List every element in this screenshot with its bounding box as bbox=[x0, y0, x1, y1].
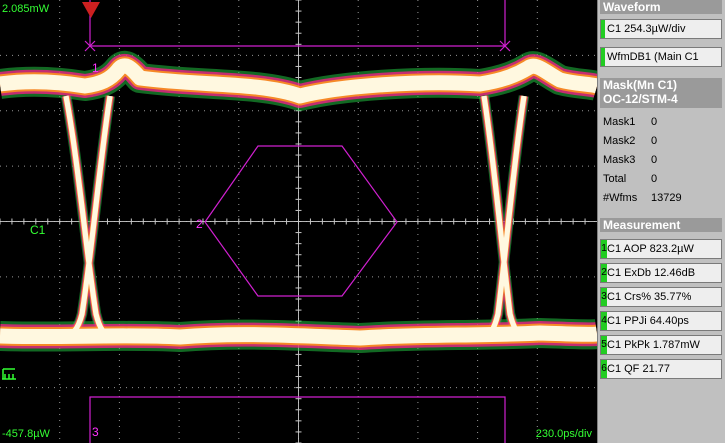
measurement-text: C1 PPJi 64.40ps bbox=[607, 315, 689, 327]
mask-region-1 bbox=[89, 0, 506, 47]
oscilloscope-window: 2.085mW C1 1 2 3 -457.8µW 230.0ps/div Wa… bbox=[0, 0, 725, 443]
measurement-button-ppjitter[interactable]: 4 C1 PPJi 64.40ps bbox=[600, 311, 722, 331]
mask-row-label: Mask2 bbox=[603, 135, 636, 147]
waveform-header: Waveform bbox=[600, 0, 722, 14]
mask-row-value: 0 bbox=[651, 116, 658, 128]
mask-header: Mask(Mn C1) OC-12/STM-4 bbox=[600, 78, 722, 108]
mask-row: Mask1 0 bbox=[603, 116, 657, 129]
mask-row-value: 0 bbox=[651, 135, 658, 147]
mask-region-3 bbox=[89, 396, 506, 443]
channel-indicator-icon bbox=[601, 20, 605, 38]
waveform-database-text: WfmDB1 (Main C1 bbox=[607, 51, 699, 63]
measurement-number: 2 bbox=[601, 264, 607, 282]
waveform-display[interactable]: 2.085mW C1 1 2 3 -457.8µW 230.0ps/div bbox=[0, 0, 597, 443]
measurement-text: C1 Crs% 35.77% bbox=[607, 291, 692, 303]
mask-header-title: Mask(Mn C1) bbox=[603, 78, 678, 92]
measurement-text: C1 QF 21.77 bbox=[607, 363, 670, 375]
measurement-number: 3 bbox=[601, 288, 607, 306]
waveform-graph bbox=[0, 0, 597, 443]
mask-row-value: 0 bbox=[651, 154, 658, 166]
mask-region-2-label: 2 bbox=[196, 217, 203, 231]
mask-region-3-label: 3 bbox=[92, 425, 99, 439]
mask-row: Total 0 bbox=[603, 173, 657, 186]
mask-row-label: Total bbox=[603, 173, 627, 185]
mask-row: #Wfms 13729 bbox=[603, 192, 682, 205]
ground-reference-marker[interactable] bbox=[2, 368, 16, 380]
mask-region-1-label: 1 bbox=[92, 61, 99, 75]
top-scale-label: 2.085mW bbox=[2, 3, 50, 15]
mask-row: Mask2 0 bbox=[603, 135, 657, 148]
measurement-button-aop[interactable]: 1 C1 AOP 823.2µW bbox=[600, 239, 722, 259]
measurement-button-pkpk[interactable]: 5 C1 PkPk 1.787mW bbox=[600, 335, 722, 355]
waveform-indicator-icon bbox=[601, 48, 605, 66]
mask-row-label: Mask3 bbox=[603, 154, 636, 166]
measurement-number: 6 bbox=[601, 360, 607, 378]
measurement-text: C1 ExDb 12.46dB bbox=[607, 267, 696, 279]
measurement-number: 1 bbox=[601, 240, 607, 258]
mask-row-value: 0 bbox=[651, 173, 658, 185]
time-scale-label: 230.0ps/div bbox=[535, 428, 592, 440]
measurement-button-qfactor[interactable]: 6 C1 QF 21.77 bbox=[600, 359, 722, 379]
eye-bottom-level-trace bbox=[0, 325, 597, 346]
mask-row-label: Mask1 bbox=[603, 116, 636, 128]
trigger-position-marker[interactable] bbox=[82, 2, 100, 18]
measurement-button-crossing[interactable]: 3 C1 Crs% 35.77% bbox=[600, 287, 722, 307]
mask-row-label: #Wfms bbox=[603, 192, 638, 204]
measurement-button-exdb[interactable]: 2 C1 ExDb 12.46dB bbox=[600, 263, 722, 283]
waveform-database-button[interactable]: WfmDB1 (Main C1 bbox=[600, 47, 722, 67]
measurement-header: Measurement bbox=[600, 218, 722, 232]
channel-scale-text: C1 254.3µW/div bbox=[607, 23, 686, 35]
mask-standard-name: OC-12/STM-4 bbox=[603, 92, 678, 106]
bottom-scale-label: -457.8µW bbox=[2, 428, 50, 440]
mask-row-value: 13729 bbox=[651, 192, 682, 204]
channel-label: C1 bbox=[30, 223, 46, 237]
measurement-text: C1 AOP 823.2µW bbox=[607, 243, 694, 255]
measurement-number: 5 bbox=[601, 336, 607, 354]
channel-scale-button[interactable]: C1 254.3µW/div bbox=[600, 19, 722, 39]
measurement-number: 4 bbox=[601, 312, 607, 330]
mask-row: Mask3 0 bbox=[603, 154, 657, 167]
control-panel: Waveform C1 254.3µW/div WfmDB1 (Main C1 … bbox=[597, 0, 725, 443]
measurement-text: C1 PkPk 1.787mW bbox=[607, 339, 700, 351]
